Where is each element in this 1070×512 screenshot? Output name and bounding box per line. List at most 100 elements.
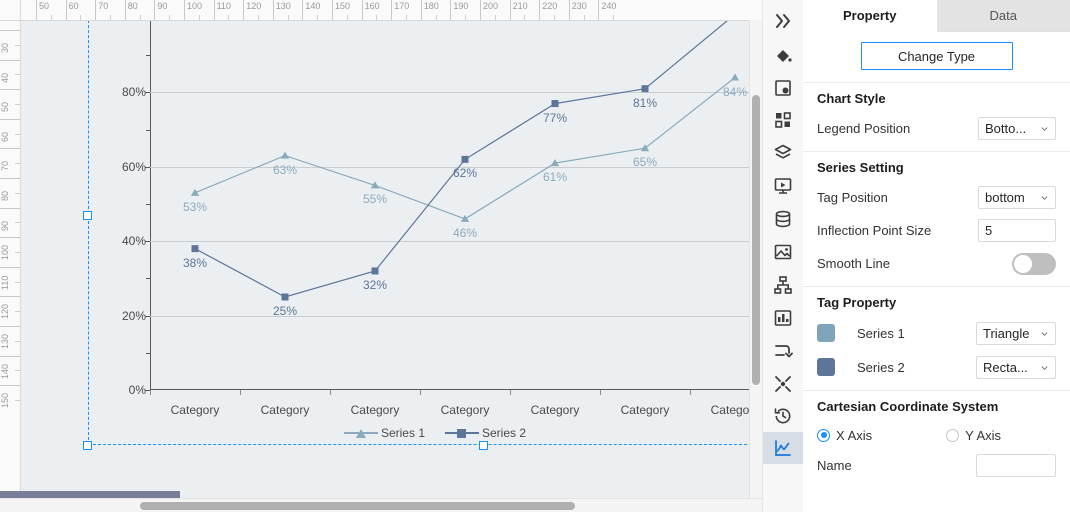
ruler-tick: 170	[391, 0, 409, 20]
report-icon	[774, 310, 792, 326]
ruler-tick: 150	[332, 0, 350, 20]
series-1-shape-select[interactable]: Triangle	[976, 321, 1056, 345]
ruler-minor-tick	[228, 15, 230, 20]
rail-button-chart[interactable]	[763, 432, 803, 464]
ruler-minor-tick	[554, 15, 555, 20]
series-2-color-swatch[interactable]	[817, 358, 835, 376]
line-chart-widget[interactable]: 0% 20% 40% 60% 80% Category Category Category Ca…	[83, 20, 762, 450]
ruler-tick: 150	[0, 385, 20, 408]
rail-button-widgets[interactable]	[763, 104, 803, 136]
canvas-vertical-scrollbar[interactable]	[749, 20, 762, 500]
rail-button-scatter[interactable]	[763, 368, 803, 400]
rail-button-component-settings[interactable]	[763, 72, 803, 104]
inflection-point-size-input[interactable]	[978, 219, 1056, 242]
data-label: 81%	[632, 95, 658, 110]
resize-handle-south[interactable]	[479, 441, 488, 450]
smooth-line-toggle[interactable]	[1012, 252, 1056, 275]
layers-icon	[774, 144, 792, 159]
data-point-marker[interactable]	[461, 155, 469, 163]
ruler-minor-tick	[15, 370, 20, 372]
rail-button-presentation[interactable]	[763, 170, 803, 202]
legend-marker-icon	[355, 428, 366, 438]
data-point-marker[interactable]	[641, 85, 649, 93]
rail-button-fill-color[interactable]	[763, 40, 803, 72]
ruler-minor-tick	[80, 15, 82, 20]
rail-button-hierarchy[interactable]	[763, 269, 803, 301]
rail-button-flow[interactable]	[763, 335, 803, 367]
series-2-shape-select[interactable]: Recta...	[976, 355, 1056, 379]
change-type-button[interactable]: Change Type	[860, 42, 1013, 70]
ruler-minor-tick	[346, 15, 348, 20]
y-axis-radio[interactable]	[946, 428, 960, 442]
y-tick-label: 20%	[121, 308, 146, 323]
tab-data[interactable]: Data	[936, 0, 1070, 31]
canvas-horizontal-scroll-thumb[interactable]	[140, 502, 575, 510]
ruler-tick: 230	[568, 0, 587, 20]
data-point-marker[interactable]	[191, 245, 199, 253]
rail-button-image[interactable]	[763, 236, 803, 268]
design-board[interactable]: 0% 20% 40% 60% 80% Category Category Category Ca…	[20, 20, 762, 512]
canvas-vertical-scroll-thumb[interactable]	[752, 95, 760, 385]
smooth-line-row: Smooth Line	[803, 247, 1070, 280]
rail-button-database[interactable]	[763, 203, 803, 235]
rail-button-collapse-panel[interactable]	[763, 5, 803, 37]
legend-item-series-1[interactable]: Series 1	[343, 425, 425, 440]
fill-color-icon	[777, 50, 792, 62]
series-1-color-swatch[interactable]	[817, 324, 835, 342]
ruler-tick: 50	[0, 89, 20, 112]
data-point-marker[interactable]	[371, 267, 379, 275]
chart-legend[interactable]: Series 1 Series 2	[88, 425, 762, 440]
resize-handle-west[interactable]	[83, 211, 92, 220]
ruler-tick-label: 30	[0, 42, 10, 53]
x-category-label: Category	[440, 403, 490, 417]
ruler-minor-tick	[169, 15, 171, 20]
rail-button-history[interactable]	[763, 400, 803, 432]
resize-handle-southwest[interactable]	[83, 441, 92, 450]
x-category-label: Category	[350, 403, 400, 417]
x-axis-radio-group[interactable]: X Axis	[817, 428, 872, 443]
ruler-tick-label: 240	[601, 1, 617, 11]
tool-rail[interactable]	[762, 0, 804, 512]
horizontal-ruler[interactable]: 50 60 70 80 90 100 110 120 130 140 150 160 170 180 190…	[20, 0, 762, 21]
chart-plot-area[interactable]: 0% 20% 40% 60% 80% Category Category Category Ca…	[122, 20, 762, 417]
ruler-minor-tick	[15, 311, 20, 313]
series-1-label: Series 1	[857, 325, 905, 341]
y-axis-radio-group[interactable]: Y Axis	[946, 428, 1001, 443]
panel-tabs: Property Data	[803, 0, 1070, 32]
y-tick-label: 40%	[121, 234, 146, 249]
tab-property[interactable]: Property	[803, 0, 937, 32]
ruler-tick: 120	[243, 0, 261, 20]
toggle-knob	[1014, 254, 1032, 273]
ruler-tick-label: 150	[335, 1, 351, 11]
ruler-tick: 60	[65, 0, 79, 20]
data-label: 77%	[542, 110, 568, 125]
series-2-path[interactable]	[150, 20, 762, 390]
ruler-minor-tick	[613, 15, 615, 20]
legend-item-series-2[interactable]: Series 2	[445, 425, 526, 440]
flow-icon	[775, 345, 793, 358]
page-surface[interactable]: 0% 20% 40% 60% 80% Category Category Category Ca…	[37, 20, 762, 473]
ruler-tick-label: 90	[157, 1, 168, 11]
canvas-horizontal-scrollbar[interactable]	[0, 498, 762, 512]
hierarchy-icon	[774, 276, 792, 294]
ruler-tick: 90	[154, 0, 167, 20]
vertical-ruler[interactable]: 30 40 50 60 70 80 90 100 110 120 130 140 150	[0, 20, 21, 512]
axis-name-input[interactable]	[976, 453, 1056, 477]
rail-button-report[interactable]	[763, 302, 803, 334]
ruler-minor-tick	[50, 15, 52, 20]
tag-position-select[interactable]: bottom	[978, 186, 1056, 209]
ruler-tick: 30	[0, 30, 20, 53]
ruler-tick: 140	[302, 0, 320, 20]
tag-position-value: bottom	[985, 190, 1025, 205]
data-point-marker[interactable]	[551, 100, 559, 108]
data-point-marker[interactable]	[281, 293, 289, 301]
x-tick-mark	[510, 390, 511, 395]
ruler-tick: 90	[0, 207, 20, 231]
rail-button-layers[interactable]	[763, 137, 803, 169]
ruler-minor-tick	[15, 163, 20, 165]
legend-position-select[interactable]: Botto...	[978, 117, 1056, 140]
x-axis-radio[interactable]	[817, 428, 830, 442]
ruler-tick-label: 70	[98, 1, 109, 11]
ruler-tick: 160	[361, 0, 380, 20]
legend-position-value: Botto...	[985, 121, 1027, 136]
